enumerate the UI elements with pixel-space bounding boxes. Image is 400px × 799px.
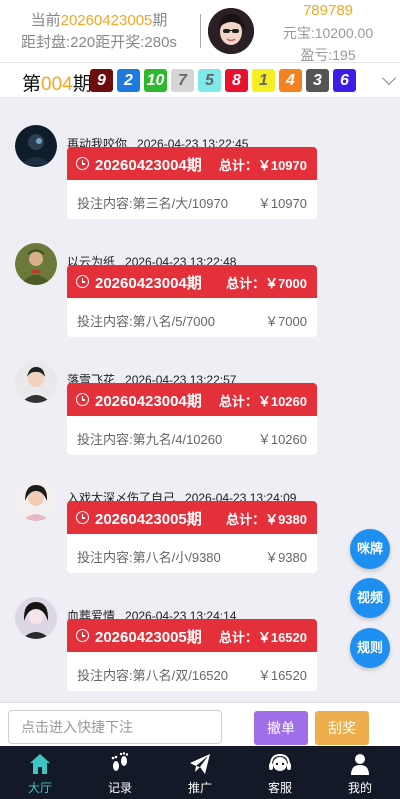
draw-ball: 5 bbox=[198, 69, 221, 92]
bet-card[interactable]: 20260423004期 总计：￥10260 投注内容:第九名/4/10260 … bbox=[67, 383, 317, 455]
video-button[interactable]: 视频 bbox=[350, 578, 390, 618]
clock-icon bbox=[76, 275, 89, 288]
tab-promote[interactable]: 推广 bbox=[160, 746, 240, 799]
bet-issue: 20260423005期 bbox=[95, 629, 202, 646]
bet-issue: 20260423005期 bbox=[95, 511, 202, 528]
bet-card-body: 投注内容:第九名/4/10260 ￥10260 bbox=[67, 416, 317, 455]
bet-amount: ￥16520 bbox=[257, 668, 307, 683]
bet-card-header: 20260423004期 总计：￥10970 bbox=[67, 147, 317, 180]
draw-ball: 10 bbox=[144, 69, 167, 92]
quick-bet-bar: 撤单 刮奖 bbox=[0, 702, 400, 746]
bet-card-header: 20260423004期 总计：￥7000 bbox=[67, 265, 317, 298]
bottom-tab-bar: 大厅 记录 推广 客服 我的 bbox=[0, 746, 400, 799]
bet-card-body: 投注内容:第八名/5/7000 ￥7000 bbox=[67, 298, 317, 337]
header: 当前20260423005期 距封盘:220距开奖:280s 789789 元宝… bbox=[0, 0, 400, 63]
bet-issue: 20260423004期 bbox=[95, 157, 202, 174]
quick-bet-input[interactable] bbox=[8, 710, 222, 744]
draw-result-balls: 9 2 10 7 5 8 1 4 3 6 bbox=[90, 69, 356, 92]
scratch-button[interactable]: 刮奖 bbox=[315, 711, 369, 745]
bet-issue: 20260423004期 bbox=[95, 275, 202, 292]
bet-amount: ￥7000 bbox=[265, 314, 307, 329]
home-icon bbox=[30, 754, 50, 774]
tab-service[interactable]: 客服 bbox=[240, 746, 320, 799]
headset-icon bbox=[269, 753, 291, 771]
clock-icon bbox=[76, 157, 89, 170]
bet-amount: ￥10260 bbox=[257, 432, 307, 447]
bet-card-header: 20260423005期 总计：￥16520 bbox=[67, 619, 317, 652]
draw-ball: 4 bbox=[279, 69, 302, 92]
peek-card-button[interactable]: 咪牌 bbox=[350, 529, 390, 569]
bet-card-body: 投注内容:第八名/小/9380 ￥9380 bbox=[67, 534, 317, 573]
last-draw-bar[interactable]: 第004期 9 2 10 7 5 8 1 4 3 6 bbox=[0, 62, 400, 98]
header-divider bbox=[200, 14, 201, 48]
current-suffix: 期 bbox=[152, 12, 168, 29]
countdown: 距封盘:220距开奖:280s bbox=[21, 34, 177, 51]
clock-icon bbox=[76, 511, 89, 524]
draw-ball: 3 bbox=[306, 69, 329, 92]
cancel-bet-button[interactable]: 撤单 bbox=[254, 711, 308, 745]
bet-total: 总计：￥9380 bbox=[226, 512, 307, 527]
bet-card[interactable]: 20260423004期 总计：￥7000 投注内容:第八名/5/7000 ￥7… bbox=[67, 265, 317, 337]
tab-label: 推广 bbox=[187, 781, 212, 795]
bet-card-header: 20260423005期 总计：￥9380 bbox=[67, 501, 317, 534]
bet-card[interactable]: 20260423005期 总计：￥9380 投注内容:第八名/小/9380 ￥9… bbox=[67, 501, 317, 573]
avatar[interactable] bbox=[15, 125, 57, 167]
bet-amount: ￥9380 bbox=[265, 550, 307, 565]
tab-hall[interactable]: 大厅 bbox=[0, 746, 80, 799]
bet-total: 总计：￥10970 bbox=[218, 158, 307, 173]
issue-prefix: 第 bbox=[22, 74, 42, 95]
bet-feed[interactable]: 再动我咬你 2026-04-23 13:22:45 20260423004期 总计… bbox=[0, 98, 400, 702]
issue-number: 004 bbox=[41, 74, 73, 95]
user-icon bbox=[351, 754, 369, 775]
bet-content: 投注内容:第三名/大/10970 bbox=[77, 196, 228, 211]
draw-ball: 1 bbox=[252, 69, 275, 92]
tab-label: 我的 bbox=[347, 781, 372, 795]
clock-icon bbox=[76, 629, 89, 642]
tab-label: 记录 bbox=[107, 781, 132, 795]
avatar[interactable] bbox=[15, 243, 57, 285]
bet-total: 总计：￥7000 bbox=[226, 276, 307, 291]
footprint-icon bbox=[111, 752, 129, 771]
avatar[interactable] bbox=[15, 597, 57, 639]
last-draw-issue: 第004期 bbox=[22, 69, 92, 96]
bet-total: 总计：￥10260 bbox=[218, 394, 307, 409]
bet-card[interactable]: 20260423004期 总计：￥10970 投注内容:第三名/大/10970 … bbox=[67, 147, 317, 219]
bet-card-header: 20260423004期 总计：￥10260 bbox=[67, 383, 317, 416]
bet-issue: 20260423004期 bbox=[95, 393, 202, 410]
draw-ball: 6 bbox=[333, 69, 356, 92]
account-info: 789789 元宝:10200.00 盈亏:195 bbox=[270, 0, 386, 66]
bet-card-body: 投注内容:第三名/大/10970 ￥10970 bbox=[67, 180, 317, 219]
balance: 元宝:10200.00 bbox=[282, 25, 374, 41]
tab-label: 客服 bbox=[267, 781, 292, 795]
user-id: 789789 bbox=[302, 2, 354, 19]
chevron-down-icon[interactable] bbox=[381, 70, 397, 86]
bet-content: 投注内容:第八名/5/7000 bbox=[77, 314, 215, 329]
draw-ball: 9 bbox=[90, 69, 113, 92]
bet-card[interactable]: 20260423005期 总计：￥16520 投注内容:第八名/双/16520 … bbox=[67, 619, 317, 691]
bet-card-body: 投注内容:第八名/双/16520 ￥16520 bbox=[67, 652, 317, 691]
avatar[interactable] bbox=[15, 361, 57, 403]
tab-label: 大厅 bbox=[27, 781, 52, 795]
bet-content: 投注内容:第八名/双/16520 bbox=[77, 668, 228, 683]
current-issue-number: 20260423005 bbox=[60, 12, 153, 29]
user-avatar[interactable] bbox=[208, 8, 254, 54]
tab-records[interactable]: 记录 bbox=[80, 746, 160, 799]
clock-icon bbox=[76, 393, 89, 406]
bet-total: 总计：￥16520 bbox=[218, 630, 307, 645]
rules-button[interactable]: 规则 bbox=[350, 628, 390, 668]
bet-content: 投注内容:第八名/小/9380 bbox=[77, 550, 221, 565]
draw-ball: 7 bbox=[171, 69, 194, 92]
bet-content: 投注内容:第九名/4/10260 bbox=[77, 432, 223, 447]
issue-info: 当前20260423005期 距封盘:220距开奖:280s bbox=[0, 10, 198, 54]
draw-ball: 2 bbox=[117, 69, 140, 92]
issue-suffix: 期 bbox=[72, 74, 92, 95]
tab-mine[interactable]: 我的 bbox=[320, 746, 400, 799]
bet-amount: ￥10970 bbox=[257, 196, 307, 211]
paper-plane-icon bbox=[190, 754, 210, 774]
current-issue-line: 当前20260423005期 bbox=[0, 10, 198, 32]
current-prefix: 当前 bbox=[30, 12, 61, 29]
avatar[interactable] bbox=[15, 479, 57, 521]
draw-ball: 8 bbox=[225, 69, 248, 92]
